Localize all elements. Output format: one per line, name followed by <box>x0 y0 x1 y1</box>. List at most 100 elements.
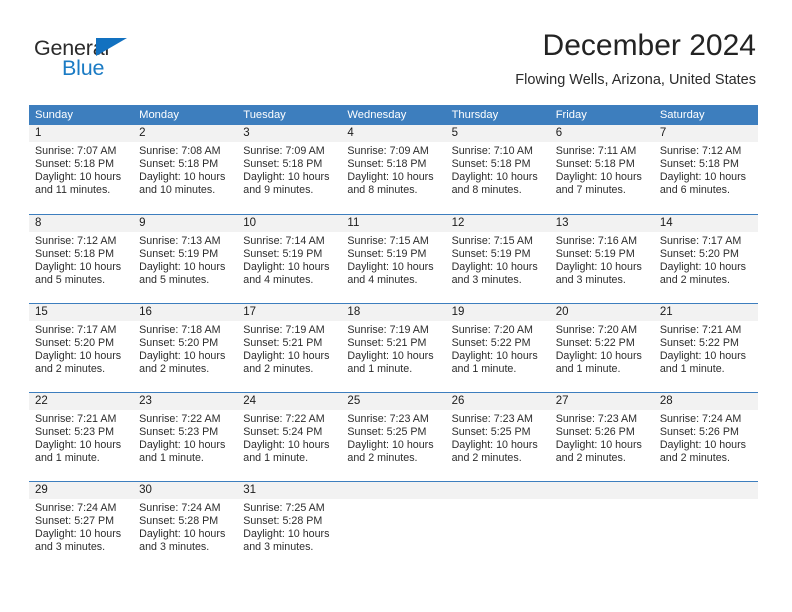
day-number-band: 2 <box>133 125 238 142</box>
day-cell-empty <box>445 482 550 570</box>
daylight-text-line1: Daylight: 10 hours <box>659 261 746 274</box>
day-cell-23[interactable]: 23 Sunrise: 7:22 AM Sunset: 5:23 PM Dayligh… <box>133 393 238 481</box>
day-cell-25[interactable]: 25 Sunrise: 7:23 AM Sunset: 5:25 PM Dayligh… <box>341 393 446 481</box>
sunset-text: Sunset: 5:22 PM <box>659 337 739 350</box>
sunrise-text: Sunrise: 7:10 AM <box>451 145 533 157</box>
day-cell-7[interactable]: 7 Sunrise: 7:12 AM Sunset: 5:18 PM Daylight… <box>653 125 758 214</box>
day-number: 17 <box>243 306 257 318</box>
sunset-text: Sunset: 5:23 PM <box>35 426 115 439</box>
weekday-header-sunday: Sunday <box>35 109 73 121</box>
day-number-band: 13 <box>549 215 654 232</box>
weekday-header-thursday: Thursday <box>451 109 499 121</box>
day-cell-19[interactable]: 19 Sunrise: 7:20 AM Sunset: 5:22 PM Dayligh… <box>445 304 550 392</box>
day-number: 10 <box>243 217 257 229</box>
day-cell-26[interactable]: 26 Sunrise: 7:23 AM Sunset: 5:25 PM Dayligh… <box>445 393 550 481</box>
day-details: Sunrise: 7:09 AM Sunset: 5:18 PM Daylight:… <box>237 142 341 197</box>
calendar-week-row: 8 Sunrise: 7:12 AM Sunset: 5:18 PM Daylight… <box>29 214 758 303</box>
day-cell-5[interactable]: 5 Sunrise: 7:10 AM Sunset: 5:18 PM Daylight… <box>445 125 550 214</box>
day-cell-2[interactable]: 2 Sunrise: 7:08 AM Sunset: 5:18 PM Daylight… <box>133 125 238 214</box>
page-header: General Blue December 2024 Flowing Wells… <box>0 0 792 96</box>
daylight-text-line1: Daylight: 10 hours <box>139 171 226 184</box>
day-number: 16 <box>139 306 152 318</box>
daylight-text-line1: Daylight: 10 hours <box>555 439 642 452</box>
day-cell-28[interactable]: 28 Sunrise: 7:24 AM Sunset: 5:26 PM Dayligh… <box>653 393 758 481</box>
day-cell-17[interactable]: 17 Sunrise: 7:19 AM Sunset: 5:21 PM Dayligh… <box>237 304 342 392</box>
day-cell-8[interactable]: 8 Sunrise: 7:12 AM Sunset: 5:18 PM Daylight… <box>29 215 134 303</box>
sunrise-text: Sunrise: 7:12 AM <box>35 235 117 247</box>
day-number-band: 24 <box>237 393 342 410</box>
day-cell-10[interactable]: 10 Sunrise: 7:14 AM Sunset: 5:19 PM Dayligh… <box>237 215 342 303</box>
daylight-text-line1: Daylight: 10 hours <box>555 261 642 274</box>
day-number: 1 <box>35 127 42 139</box>
day-details: Sunrise: 7:24 AM Sunset: 5:28 PM Daylight:… <box>133 499 237 554</box>
sunrise-text: Sunrise: 7:23 AM <box>451 413 533 425</box>
day-details: Sunrise: 7:25 AM Sunset: 5:28 PM Daylight:… <box>237 499 341 554</box>
day-cell-14[interactable]: 14 Sunrise: 7:17 AM Sunset: 5:20 PM Dayligh… <box>653 215 758 303</box>
sunset-text: Sunset: 5:18 PM <box>139 158 219 171</box>
day-cell-27[interactable]: 27 Sunrise: 7:23 AM Sunset: 5:26 PM Dayligh… <box>549 393 654 481</box>
day-details: Sunrise: 7:23 AM Sunset: 5:25 PM Daylight:… <box>341 410 445 465</box>
day-number: 6 <box>555 127 563 139</box>
sunrise-text: Sunrise: 7:17 AM <box>35 324 117 336</box>
day-cell-empty <box>341 482 446 570</box>
day-details: Sunrise: 7:15 AM Sunset: 5:19 PM Daylight:… <box>341 232 445 287</box>
sunrise-text: Sunrise: 7:09 AM <box>347 145 429 157</box>
sunset-text: Sunset: 5:28 PM <box>243 515 323 528</box>
day-cell-13[interactable]: 13 Sunrise: 7:16 AM Sunset: 5:19 PM Dayligh… <box>549 215 654 303</box>
daylight-text-line1: Daylight: 10 hours <box>659 439 746 452</box>
day-cell-16[interactable]: 16 Sunrise: 7:18 AM Sunset: 5:20 PM Dayligh… <box>133 304 238 392</box>
day-cell-21[interactable]: 21 Sunrise: 7:21 AM Sunset: 5:22 PM Dayligh… <box>653 304 758 392</box>
sunset-text: Sunset: 5:26 PM <box>659 426 739 439</box>
general-blue-logo[interactable]: General Blue <box>34 36 164 86</box>
sunset-text: Sunset: 5:20 PM <box>139 337 219 350</box>
day-cell-9[interactable]: 9 Sunrise: 7:13 AM Sunset: 5:19 PM Daylight… <box>133 215 238 303</box>
daylight-text-line2: and 3 minutes. <box>451 274 522 287</box>
sunset-text: Sunset: 5:18 PM <box>243 158 323 171</box>
day-details: Sunrise: 7:17 AM Sunset: 5:20 PM Daylight:… <box>654 232 758 287</box>
calendar-week-row: 1 Sunrise: 7:07 AM Sunset: 5:18 PM Daylight… <box>29 125 758 214</box>
daylight-text-line1: Daylight: 10 hours <box>451 171 538 184</box>
sunset-text: Sunset: 5:25 PM <box>347 426 427 439</box>
day-number-band <box>653 482 758 499</box>
daylight-text-line2: and 3 minutes. <box>35 541 106 554</box>
day-cell-11[interactable]: 11 Sunrise: 7:15 AM Sunset: 5:19 PM Dayligh… <box>341 215 446 303</box>
daylight-text-line1: Daylight: 10 hours <box>555 171 642 184</box>
daylight-text-line1: Daylight: 10 hours <box>347 261 434 274</box>
daylight-text-line2: and 11 minutes. <box>35 184 111 197</box>
day-details: Sunrise: 7:21 AM Sunset: 5:23 PM Daylight:… <box>29 410 133 465</box>
day-cell-30[interactable]: 30 Sunrise: 7:24 AM Sunset: 5:28 PM Dayligh… <box>133 482 238 570</box>
sunset-text: Sunset: 5:20 PM <box>35 337 115 350</box>
day-cell-18[interactable]: 18 Sunrise: 7:19 AM Sunset: 5:21 PM Dayligh… <box>341 304 446 392</box>
day-number-band <box>341 482 446 499</box>
day-number-band: 7 <box>653 125 758 142</box>
daylight-text-line1: Daylight: 10 hours <box>35 171 122 184</box>
day-cell-1[interactable]: 1 Sunrise: 7:07 AM Sunset: 5:18 PM Daylight… <box>29 125 134 214</box>
day-cell-24[interactable]: 24 Sunrise: 7:22 AM Sunset: 5:24 PM Dayligh… <box>237 393 342 481</box>
calendar-week-row: 15 Sunrise: 7:17 AM Sunset: 5:20 PM Dayligh… <box>29 303 758 392</box>
day-number-band: 9 <box>133 215 238 232</box>
day-cell-29[interactable]: 29 Sunrise: 7:24 AM Sunset: 5:27 PM Dayligh… <box>29 482 134 570</box>
sunset-text: Sunset: 5:19 PM <box>555 248 635 261</box>
day-cell-15[interactable]: 15 Sunrise: 7:17 AM Sunset: 5:20 PM Dayligh… <box>29 304 134 392</box>
day-number-band: 4 <box>341 125 446 142</box>
day-cell-12[interactable]: 12 Sunrise: 7:15 AM Sunset: 5:19 PM Dayligh… <box>445 215 550 303</box>
daylight-text-line1: Daylight: 10 hours <box>243 439 330 452</box>
day-cell-20[interactable]: 20 Sunrise: 7:20 AM Sunset: 5:22 PM Dayligh… <box>549 304 654 392</box>
day-cell-3[interactable]: 3 Sunrise: 7:09 AM Sunset: 5:18 PM Daylight… <box>237 125 342 214</box>
daylight-text-line2: and 1 minute. <box>243 452 309 465</box>
day-number: 26 <box>451 395 465 407</box>
day-cell-31[interactable]: 31 Sunrise: 7:25 AM Sunset: 5:28 PM Dayligh… <box>237 482 342 570</box>
day-details: Sunrise: 7:07 AM Sunset: 5:18 PM Daylight:… <box>29 142 133 197</box>
day-number: 15 <box>35 306 48 318</box>
sunrise-text: Sunrise: 7:07 AM <box>35 145 117 157</box>
day-details: Sunrise: 7:15 AM Sunset: 5:19 PM Daylight:… <box>446 232 550 287</box>
day-number: 24 <box>243 395 257 407</box>
daylight-text-line2: and 1 minute. <box>35 452 100 465</box>
sunrise-text: Sunrise: 7:17 AM <box>659 235 742 247</box>
sunrise-text: Sunrise: 7:13 AM <box>139 235 221 247</box>
day-cell-22[interactable]: 22 Sunrise: 7:21 AM Sunset: 5:23 PM Dayligh… <box>29 393 134 481</box>
sunrise-text: Sunrise: 7:24 AM <box>659 413 742 425</box>
day-cell-6[interactable]: 6 Sunrise: 7:11 AM Sunset: 5:18 PM Daylight… <box>549 125 654 214</box>
day-cell-4[interactable]: 4 Sunrise: 7:09 AM Sunset: 5:18 PM Daylight… <box>341 125 446 214</box>
sunset-text: Sunset: 5:18 PM <box>659 158 739 171</box>
